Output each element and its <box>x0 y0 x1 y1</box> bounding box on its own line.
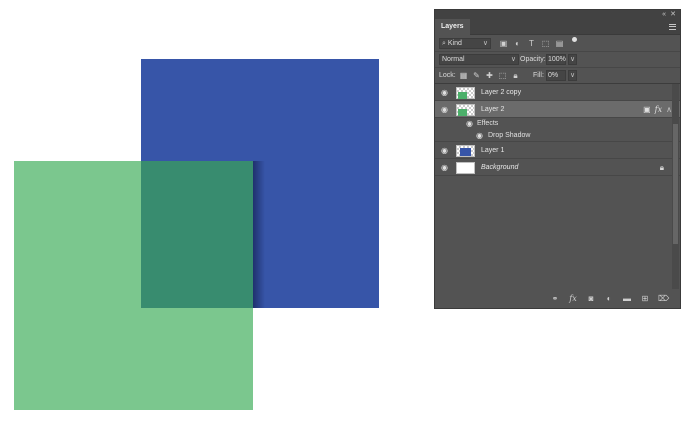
close-panel-icon[interactable]: ✕ <box>670 10 676 19</box>
chevron-down-icon: ∨ <box>510 56 516 63</box>
add-mask-icon[interactable]: ◙ <box>586 294 596 303</box>
lock-image-pixels-icon[interactable]: ✎ <box>472 71 481 80</box>
blend-mode-select[interactable]: Normal ∨ <box>439 54 519 65</box>
layer-row-layer-1[interactable]: ◉ Layer 1 <box>435 142 680 159</box>
chevron-down-icon: ∨ <box>482 40 488 47</box>
layer-row-layer-2[interactable]: ◉ Layer 2 ▣ fx ∧ <box>435 101 680 118</box>
effect-row-drop-shadow[interactable]: ◉ Drop Shadow <box>435 130 680 142</box>
document-canvas[interactable] <box>0 0 430 425</box>
visibility-eye-icon[interactable]: ◉ <box>441 105 450 114</box>
collapse-panel-icon[interactable]: « <box>662 10 666 19</box>
effects-visibility-eye-icon[interactable]: ◉ <box>466 119 475 128</box>
fx-icon[interactable]: fx <box>655 105 662 114</box>
blend-row: Normal ∨ Opacity: 100% ∨ <box>435 52 680 68</box>
new-layer-icon[interactable]: ⊞ <box>640 294 650 303</box>
layer-thumbnail <box>456 104 475 116</box>
layer-row-icons: ▣ fx ∧ <box>643 105 672 114</box>
layer-filter-row: ⌕ Kind ∨ ▣ ◐ T ⬚ ▤ <box>435 35 680 52</box>
footer-icons-group: ⚭ fx ◙ ◐ ▬ ⊞ ⌦ <box>550 294 670 303</box>
layer-name: Background <box>481 164 519 171</box>
lock-position-icon[interactable]: ✚ <box>485 71 494 80</box>
filter-kind-label: Kind <box>447 40 462 47</box>
filter-toggle[interactable] <box>572 37 577 42</box>
overlap-region <box>141 161 253 308</box>
opacity-label: Opacity: <box>520 56 546 63</box>
layer-row-background[interactable]: ◉ Background 🔒︎ <box>435 159 680 176</box>
filter-kind-select[interactable]: ⌕ Kind ∨ <box>439 38 491 49</box>
layer-thumbnail <box>456 87 475 99</box>
image-filter-icon[interactable]: ▣ <box>499 39 508 48</box>
fill-slider-toggle[interactable]: ∨ <box>568 70 577 81</box>
panel-footer: ⚭ fx ◙ ◐ ▬ ⊞ ⌦ <box>435 289 680 308</box>
filter-icons-group: ▣ ◐ T ⬚ ▤ <box>499 38 564 49</box>
effect-name: Drop Shadow <box>488 132 531 139</box>
fill-input[interactable]: 0% <box>546 70 566 81</box>
effects-label: Effects <box>477 120 499 127</box>
panel-menu-icon[interactable] <box>669 22 676 31</box>
lock-artboard-icon[interactable]: ⬚ <box>498 71 507 80</box>
lock-row: Lock: ▦ ✎ ✚ ⬚ 🔒︎ Fill: 0% ∨ <box>435 68 680 84</box>
layers-scrollbar[interactable] <box>672 84 679 290</box>
panel-tab-bar: Layers <box>435 19 680 35</box>
visibility-eye-icon[interactable]: ◉ <box>441 163 450 172</box>
shape-filter-icon[interactable]: ⬚ <box>541 39 550 48</box>
blend-mode-label: Normal <box>442 56 465 63</box>
lock-label: Lock: <box>439 72 456 79</box>
layer-row-layer-2-copy[interactable]: ◉ Layer 2 copy <box>435 84 680 101</box>
adjustment-filter-icon[interactable]: ◐ <box>513 39 522 48</box>
new-adjustment-layer-icon[interactable]: ◐ <box>604 294 614 303</box>
opacity-input[interactable]: 100% <box>546 54 566 65</box>
layer-name: Layer 1 <box>481 147 505 154</box>
drop-shadow-visibility-eye-icon[interactable]: ◉ <box>476 131 485 140</box>
fill-label: Fill: <box>533 72 544 79</box>
layer-name: Layer 2 copy <box>481 89 522 96</box>
tab-layers[interactable]: Layers <box>435 19 470 35</box>
add-layer-style-icon[interactable]: fx <box>568 294 578 303</box>
visibility-eye-icon[interactable]: ◉ <box>441 88 450 97</box>
opacity-slider-toggle[interactable]: ∨ <box>568 54 577 65</box>
layer-name: Layer 2 <box>481 106 505 113</box>
panel-title-bar: « ✕ <box>435 10 680 19</box>
layers-panel: « ✕ Layers ⌕ Kind ∨ ▣ ◐ T ⬚ ▤ Normal ∨ O… <box>434 9 681 309</box>
delete-layer-icon[interactable]: ⌦ <box>658 294 669 303</box>
lock-transparency-icon[interactable]: ▦ <box>459 71 468 80</box>
lock-icon: 🔒︎ <box>659 163 664 172</box>
smart-object-filter-icon[interactable]: ▤ <box>555 39 564 48</box>
layer-thumbnail <box>456 162 475 174</box>
scrollbar-thumb[interactable] <box>673 124 678 244</box>
layer-thumbnail <box>456 145 475 157</box>
new-group-icon[interactable]: ▬ <box>622 294 632 303</box>
lock-icons-group: ▦ ✎ ✚ ⬚ 🔒︎ <box>459 71 520 80</box>
layers-list: ◉ Layer 2 copy ◉ Layer 2 ▣ fx ∧ ◉ Effect… <box>435 84 680 290</box>
effects-header-row: ◉ Effects <box>435 118 680 130</box>
drop-shadow <box>253 161 265 308</box>
lock-all-icon[interactable]: 🔒︎ <box>511 71 520 80</box>
type-filter-icon[interactable]: T <box>527 39 536 48</box>
search-icon: ⌕ <box>442 40 446 47</box>
link-layers-icon[interactable]: ⚭ <box>550 294 560 303</box>
link-layer-icon: ▣ <box>643 105 651 114</box>
visibility-eye-icon[interactable]: ◉ <box>441 146 450 155</box>
